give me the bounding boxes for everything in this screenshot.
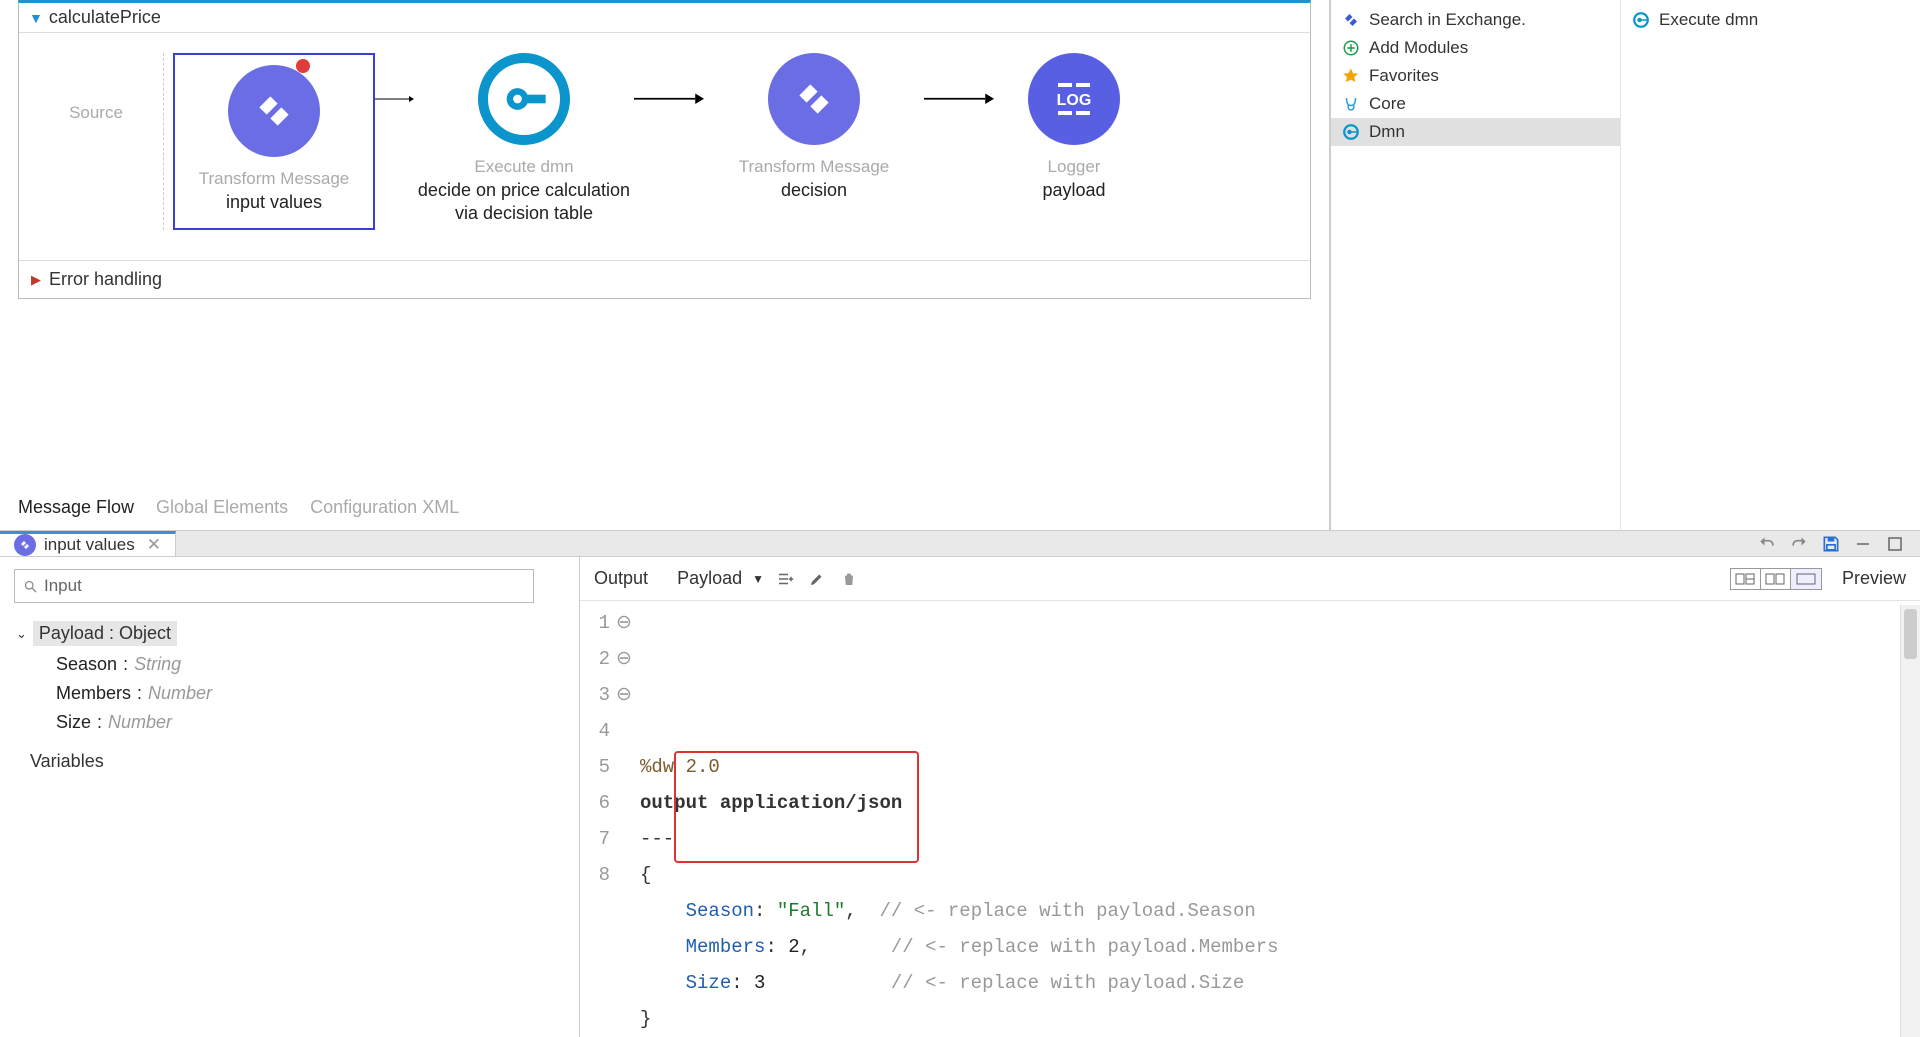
- dmn-icon: [478, 53, 570, 145]
- tab-message-flow[interactable]: Message Flow: [18, 497, 134, 518]
- flow-node-logger[interactable]: LOG Logger payload: [994, 53, 1154, 202]
- tree-field[interactable]: Members : Number: [14, 679, 565, 708]
- palette-op-execute-dmn[interactable]: Execute dmn: [1621, 6, 1920, 34]
- mule-icon: [1341, 94, 1361, 114]
- transform-icon: [14, 534, 36, 556]
- dmn-icon: [1631, 10, 1651, 30]
- plus-circle-icon: [1341, 38, 1361, 58]
- tree-field[interactable]: Size : Number: [14, 708, 565, 737]
- flow-arrow-icon: [634, 53, 704, 145]
- scrollbar-thumb[interactable]: [1904, 609, 1917, 659]
- output-code-pane: Output Payload ▼ Preview 12345678 ⊖⊖⊖: [580, 557, 1920, 1037]
- fold-gutter[interactable]: ⊖⊖⊖: [614, 605, 634, 1037]
- node-type-label: Logger: [1048, 157, 1101, 177]
- node-name-label: payload: [1042, 179, 1105, 202]
- palette-favorites[interactable]: Favorites: [1331, 62, 1620, 90]
- breakpoint-icon[interactable]: [296, 59, 310, 73]
- line-number-gutter: 12345678: [580, 605, 614, 1037]
- dropdown-icon[interactable]: ▼: [752, 572, 764, 586]
- output-target[interactable]: Payload: [677, 568, 742, 589]
- flow-arrow-icon: [924, 53, 994, 145]
- node-name-label: decide on price calculation via decision…: [414, 179, 634, 226]
- preview-button[interactable]: Preview: [1842, 568, 1906, 589]
- flow-header[interactable]: ▼ calculatePrice: [19, 3, 1310, 32]
- flow-node-execute-dmn[interactable]: Execute dmn decide on price calculation …: [414, 53, 634, 226]
- layout-option-3-icon[interactable]: [1791, 569, 1821, 589]
- chevron-down-icon[interactable]: ⌄: [16, 626, 27, 642]
- collapse-icon[interactable]: ▼: [29, 10, 43, 26]
- maximize-icon[interactable]: [1884, 533, 1906, 555]
- code-editor[interactable]: %dw 2.0output application/json---{ Seaso…: [634, 605, 1900, 1037]
- close-icon[interactable]: ✕: [147, 535, 161, 555]
- error-handling-label: Error handling: [49, 269, 162, 290]
- logger-icon: LOG: [1028, 53, 1120, 145]
- palette-label: Add Modules: [1369, 38, 1468, 58]
- save-icon[interactable]: [1820, 533, 1842, 555]
- palette-label: Core: [1369, 94, 1406, 114]
- node-selection-box: Transform Message input values: [173, 53, 376, 230]
- layout-option-1-icon[interactable]: [1731, 569, 1761, 589]
- vertical-scrollbar[interactable]: [1900, 605, 1920, 1037]
- bottom-tab-input-values[interactable]: input values ✕: [0, 531, 176, 556]
- edit-icon[interactable]: [806, 568, 828, 590]
- node-type-label: Execute dmn: [474, 157, 573, 177]
- layout-option-2-icon[interactable]: [1761, 569, 1791, 589]
- search-icon: [23, 579, 38, 594]
- transform-icon: [768, 53, 860, 145]
- layout-picker[interactable]: [1730, 568, 1822, 590]
- flow-canvas[interactable]: ▼ calculatePrice Source Transform Messag…: [0, 0, 1330, 530]
- dmn-icon: [1341, 122, 1361, 142]
- node-type-label: Transform Message: [739, 157, 890, 177]
- star-icon: [1341, 66, 1361, 86]
- palette-search-exchange[interactable]: Search in Exchange.: [1331, 6, 1620, 34]
- tree-variables-label: Variables: [30, 751, 104, 771]
- palette-label: Execute dmn: [1659, 10, 1758, 30]
- search-placeholder: Input: [44, 576, 82, 596]
- node-name-label: input values: [226, 191, 322, 214]
- mule-palette: Search in Exchange. Add Modules Favorite…: [1330, 0, 1920, 530]
- svg-text:LOG: LOG: [1057, 92, 1092, 109]
- flow-source-slot[interactable]: Source: [29, 53, 164, 230]
- input-tree-pane: Input ⌄ Payload : Object Season : String…: [0, 557, 580, 1037]
- palette-label: Dmn: [1369, 122, 1405, 142]
- flow-node-transform-2[interactable]: Transform Message decision: [704, 53, 924, 202]
- output-label: Output: [594, 568, 648, 589]
- expand-icon[interactable]: ▶: [31, 272, 41, 288]
- tab-configuration-xml[interactable]: Configuration XML: [310, 497, 459, 518]
- tree-variables[interactable]: Variables: [14, 751, 565, 772]
- field-type: Number: [108, 712, 172, 733]
- node-name-label: decision: [781, 179, 847, 202]
- flow-container: ▼ calculatePrice Source Transform Messag…: [18, 0, 1311, 299]
- node-type-label: Transform Message: [199, 169, 350, 189]
- minimize-icon[interactable]: [1852, 533, 1874, 555]
- tree-payload-root[interactable]: ⌄ Payload : Object: [14, 617, 565, 650]
- tree-field[interactable]: Season : String: [14, 650, 565, 679]
- flow-node-transform-1[interactable]: Transform Message input values: [164, 53, 384, 230]
- palette-label: Favorites: [1369, 66, 1439, 86]
- field-name: Size: [56, 712, 91, 733]
- palette-add-modules[interactable]: Add Modules: [1331, 34, 1620, 62]
- field-type: String: [134, 654, 181, 675]
- field-type: Number: [148, 683, 212, 704]
- exchange-icon: [1341, 10, 1361, 30]
- flow-name: calculatePrice: [49, 7, 161, 28]
- palette-label: Search in Exchange.: [1369, 10, 1526, 30]
- palette-dmn[interactable]: Dmn: [1331, 118, 1620, 146]
- canvas-view-tabs: Message Flow Global Elements Configurati…: [18, 487, 1311, 530]
- bottom-tab-bar: input values ✕: [0, 531, 1920, 556]
- tab-global-elements[interactable]: Global Elements: [156, 497, 288, 518]
- add-target-icon[interactable]: [774, 568, 796, 590]
- transform-icon: [228, 65, 320, 157]
- undo-icon[interactable]: [1756, 533, 1778, 555]
- tree-payload-label: Payload : Object: [33, 621, 177, 646]
- palette-core[interactable]: Core: [1331, 90, 1620, 118]
- input-search[interactable]: Input: [14, 569, 534, 603]
- highlight-box: [674, 751, 919, 863]
- delete-icon[interactable]: [838, 568, 860, 590]
- redo-icon[interactable]: [1788, 533, 1810, 555]
- field-name: Season: [56, 654, 117, 675]
- field-name: Members: [56, 683, 131, 704]
- error-handling-section[interactable]: ▶ Error handling: [19, 260, 1310, 298]
- bottom-tab-label: input values: [44, 535, 135, 555]
